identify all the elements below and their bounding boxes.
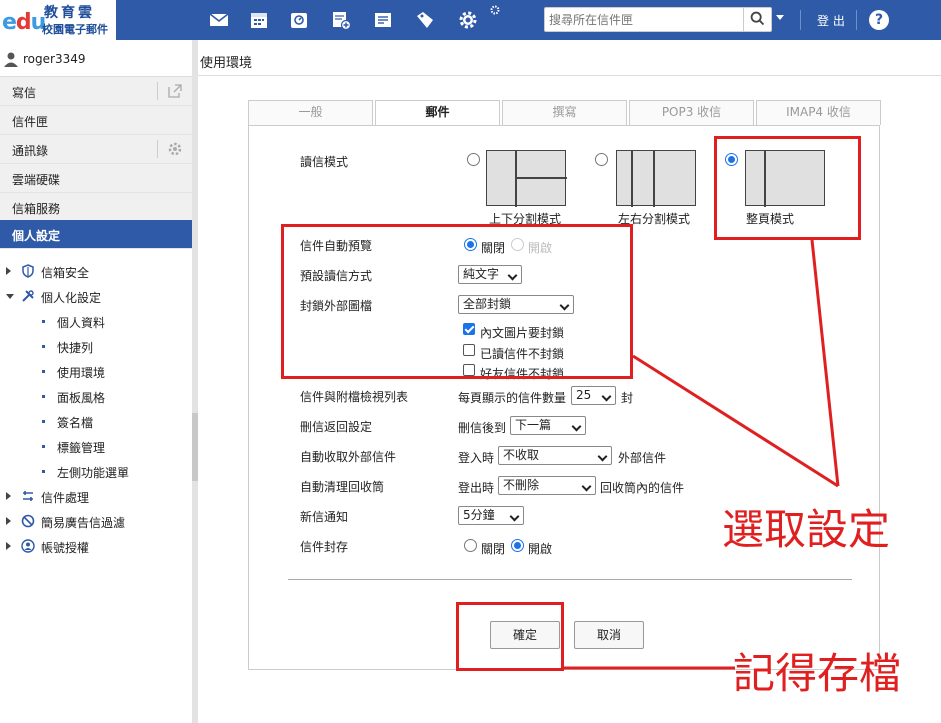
search-box xyxy=(544,7,772,32)
sidebar-item-mail-service[interactable]: 信箱服務 xyxy=(0,193,192,222)
auto-fetch-label: 自動收取外部信件 xyxy=(300,450,397,464)
calendar-icon[interactable] xyxy=(247,8,271,32)
auto-clean-select[interactable]: 不刪除 xyxy=(498,476,596,495)
sidebar-item-contacts[interactable]: 通訊錄 xyxy=(0,135,192,164)
divider-line xyxy=(288,579,852,580)
logo-name-bottom: 校園電子郵件 xyxy=(42,23,108,36)
expand-arrow-icon xyxy=(6,517,11,525)
expand-arrow-icon xyxy=(6,542,11,550)
after-delete-label: 刪信返回設定 xyxy=(300,420,373,434)
list-view-suffix: 封 xyxy=(621,391,634,405)
sidebar-item-cloud-drive[interactable]: 雲端硬碟 xyxy=(0,164,192,193)
user-bar: roger3349 xyxy=(0,40,192,77)
block-icon xyxy=(21,514,35,528)
archive-on-label: 開啟 xyxy=(528,542,553,556)
settings-small-icon[interactable] xyxy=(489,4,501,16)
settings-icon[interactable] xyxy=(456,8,480,32)
brand-logo[interactable]: edu 教育雲 校園電子郵件 xyxy=(0,0,116,40)
search-icon xyxy=(750,11,765,26)
sidebar-item-compose[interactable]: 寫信 xyxy=(0,77,192,106)
auto-fetch-select[interactable]: 不收取 xyxy=(498,446,612,465)
tab-imap4[interactable]: IMAP4 收信 xyxy=(756,100,881,125)
page-title: 使用環境 xyxy=(200,56,253,71)
left-sidebar: roger3349 寫信 信件匣 通訊錄 雲端硬碟 信箱服務 個人設定 信箱安全… xyxy=(0,40,192,723)
auto-clean-suffix: 回收筒內的信件 xyxy=(600,481,685,495)
divider xyxy=(856,10,857,30)
messages-per-page-select[interactable]: 25 xyxy=(571,386,616,405)
annotation-box-preview-settings xyxy=(281,224,633,379)
top-bottom-layout-thumbnail[interactable] xyxy=(486,150,567,207)
compose-icon[interactable] xyxy=(329,8,353,32)
after-delete-prefix: 刪信後到 xyxy=(458,421,507,435)
contacts-icon[interactable] xyxy=(287,8,311,32)
read-mode-label: 讀信模式 xyxy=(300,155,349,169)
tree-item-mail-processing[interactable]: 信件處理 xyxy=(6,489,186,505)
popout-icon[interactable] xyxy=(166,82,184,100)
divider xyxy=(157,140,158,158)
tab-general[interactable]: 一般 xyxy=(248,100,373,125)
auto-clean-prefix: 登出時 xyxy=(458,481,495,495)
list-view-prefix: 每頁顯示的信件數量 xyxy=(458,391,567,405)
divider xyxy=(800,10,801,30)
after-delete-select[interactable]: 下一篇 xyxy=(510,416,586,435)
tree-item-personalization[interactable]: 個人化設定 xyxy=(6,289,186,305)
new-notify-select[interactable]: 5分鐘 xyxy=(458,506,524,525)
annotation-box-ok-button xyxy=(456,602,564,671)
new-notify-label: 新信通知 xyxy=(300,510,349,524)
expand-arrow-icon xyxy=(6,492,11,500)
tab-pop3[interactable]: POP3 收信 xyxy=(629,100,754,125)
left-right-layout-thumbnail[interactable] xyxy=(616,150,696,207)
list-view-label: 信件與附檔檢視列表 xyxy=(300,390,409,404)
gear-icon[interactable] xyxy=(166,140,184,158)
collapse-arrow-icon xyxy=(6,294,14,299)
archive-off-label: 關閉 xyxy=(481,542,506,556)
top-bar: edu 教育雲 校園電子郵件 登 出 ? xyxy=(0,0,941,40)
tab-compose[interactable]: 撰寫 xyxy=(502,100,627,125)
auto-clean-label: 自動清理回收筒 xyxy=(300,480,385,494)
tree-item-spam-filter[interactable]: 簡易廣告信過濾 xyxy=(6,514,186,530)
avatar-icon xyxy=(4,52,18,67)
sidebar-item-personal-settings[interactable]: 個人設定 xyxy=(0,220,192,249)
logo-name-top: 教育雲 xyxy=(44,5,95,21)
mail-process-icon xyxy=(23,491,33,501)
annotation-box-full-page-mode xyxy=(714,136,861,240)
tag-icon[interactable] xyxy=(413,8,437,32)
page-title-bar: 使用環境 xyxy=(198,40,941,76)
annotation-select-settings: 選取設定 xyxy=(722,505,891,554)
notes-icon[interactable] xyxy=(371,8,395,32)
search-button[interactable] xyxy=(743,8,771,31)
tools-icon xyxy=(22,290,34,302)
read-mode-top-bottom-radio[interactable] xyxy=(467,153,480,166)
archive-label: 信件封存 xyxy=(300,540,349,554)
read-mode-left-right-radio[interactable] xyxy=(595,153,608,166)
search-options-dropdown[interactable] xyxy=(776,15,784,20)
user-name: roger3349 xyxy=(23,52,86,66)
archive-off-radio[interactable] xyxy=(464,539,477,552)
tree-item-mail-security[interactable]: 信箱安全 xyxy=(6,264,186,280)
archive-on-radio[interactable] xyxy=(511,539,524,552)
auto-fetch-prefix: 登入時 xyxy=(458,451,495,465)
divider xyxy=(157,82,158,100)
search-input[interactable] xyxy=(549,11,739,28)
sidebar-item-inbox[interactable]: 信件匣 xyxy=(0,106,192,135)
help-icon[interactable]: ? xyxy=(869,10,889,30)
annotation-remember-save: 記得存檔 xyxy=(733,649,902,698)
expand-arrow-icon xyxy=(6,267,11,275)
shield-icon xyxy=(22,264,34,278)
logout-link[interactable]: 登 出 xyxy=(817,12,845,29)
tree-item-account-authorization[interactable]: 帳號授權 xyxy=(6,539,186,555)
cancel-button[interactable]: 取消 xyxy=(574,621,644,649)
tab-mail[interactable]: 郵件 xyxy=(375,100,500,126)
logo-mark: edu xyxy=(2,10,46,35)
mail-icon[interactable] xyxy=(207,8,231,32)
user-circle-icon xyxy=(21,539,35,553)
auto-fetch-suffix: 外部信件 xyxy=(618,451,667,465)
